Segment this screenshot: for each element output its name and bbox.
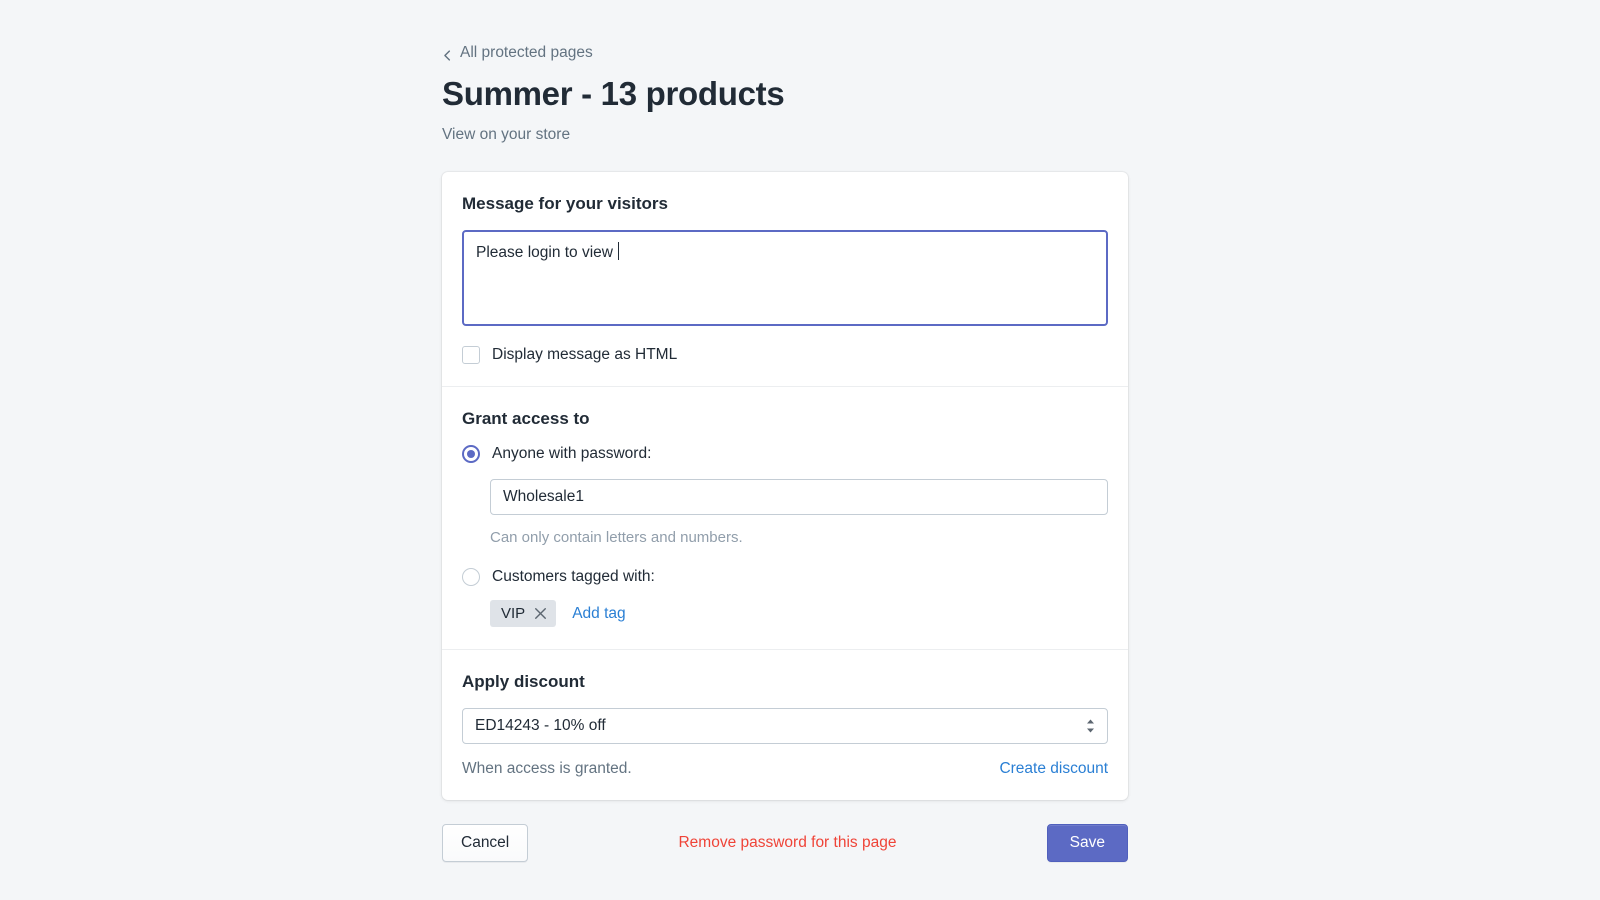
message-section-title: Message for your visitors [462, 194, 668, 214]
tag-chip-label: VIP [501, 605, 526, 623]
content-wrapper: All protected pages Summer - 13 products… [442, 0, 1128, 863]
page-title: Summer - 13 products [442, 75, 785, 112]
anyone-with-password-radio-row[interactable]: Anyone with password: [462, 445, 652, 464]
tag-chip-vip[interactable]: VIP [490, 600, 557, 628]
chevron-updown-icon [1085, 718, 1096, 734]
customers-tagged-radio[interactable] [462, 568, 480, 587]
password-helper-text: Can only contain letters and numbers. [490, 529, 743, 547]
display-as-html-checkbox[interactable] [462, 346, 480, 365]
anyone-with-password-label: Anyone with password: [492, 445, 652, 463]
form-actions: Cancel Remove password for this page Sav… [442, 824, 1128, 863]
discount-select[interactable]: ED14243 - 10% off [462, 708, 1108, 745]
password-field-group: Wholesale1 Can only contain letters and … [490, 479, 1108, 546]
grant-access-section: Grant access to Anyone with password: Wh… [442, 386, 1128, 649]
discount-footer-row: When access is granted. Create discount [462, 760, 1108, 778]
message-section: Message for your visitors Please login t… [442, 172, 1128, 386]
close-icon[interactable] [534, 607, 547, 620]
customers-tagged-radio-row[interactable]: Customers tagged with: [462, 568, 655, 587]
save-button[interactable]: Save [1046, 824, 1128, 863]
back-to-all-protected-pages-link[interactable]: All protected pages [442, 44, 593, 62]
tag-list: VIP Add tag [490, 600, 1108, 628]
visitor-message-text: Please login to view [476, 244, 613, 262]
remove-password-button[interactable]: Remove password for this page [678, 834, 896, 852]
text-caret [618, 242, 619, 261]
chevron-left-icon [442, 48, 453, 61]
add-tag-link[interactable]: Add tag [572, 605, 625, 623]
discount-note: When access is granted. [462, 760, 632, 778]
apply-discount-title: Apply discount [462, 672, 585, 692]
app-page: All protected pages Summer - 13 products… [0, 0, 1600, 900]
settings-card: Message for your visitors Please login t… [442, 172, 1128, 801]
cancel-button[interactable]: Cancel [442, 824, 529, 863]
visitor-message-textarea[interactable]: Please login to view [462, 230, 1108, 327]
password-input-value: Wholesale1 [503, 488, 584, 506]
view-on-your-store-link[interactable]: View on your store [442, 126, 570, 144]
display-as-html-checkbox-row[interactable]: Display message as HTML [462, 346, 678, 365]
discount-select-value: ED14243 - 10% off [475, 717, 606, 735]
anyone-with-password-radio[interactable] [462, 445, 480, 464]
back-link-label: All protected pages [460, 44, 593, 61]
display-as-html-label: Display message as HTML [492, 346, 678, 364]
password-input[interactable]: Wholesale1 [490, 479, 1108, 516]
grant-access-title: Grant access to [462, 409, 590, 429]
create-discount-link[interactable]: Create discount [999, 760, 1108, 778]
customers-tagged-label: Customers tagged with: [492, 568, 655, 586]
apply-discount-section: Apply discount ED14243 - 10% off When ac… [442, 649, 1128, 800]
